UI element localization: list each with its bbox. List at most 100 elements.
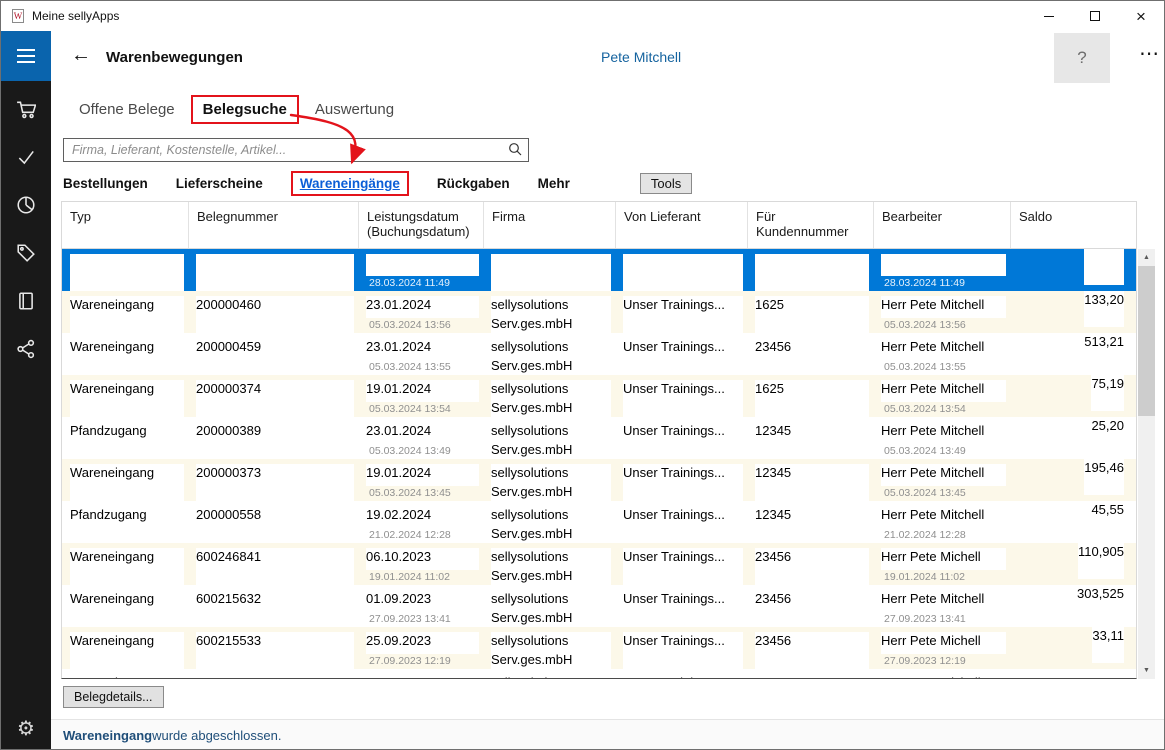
row-type: Wareneingang xyxy=(70,590,184,627)
row-lieferant: Unser Trainings... xyxy=(623,464,743,501)
row-belegnummer: 600215632 xyxy=(196,590,354,627)
table-row[interactable]: Wareneingang 200000459 23.01.202405.03.2… xyxy=(62,333,1136,375)
column-header-bearbeiter[interactable]: Bearbeiter xyxy=(873,202,1010,248)
maximize-icon xyxy=(1090,11,1100,21)
row-firma-line1: sellysolutions xyxy=(491,338,611,357)
table-row[interactable]: Wareneingang 200000819 06.03.202428.03.2… xyxy=(62,249,1136,291)
column-header-typ[interactable]: Typ xyxy=(62,202,188,248)
table-row[interactable]: Wareneingang 600246841 06.10.202319.01.2… xyxy=(62,543,1136,585)
hamburger-icon xyxy=(17,49,35,51)
subtab-wareneingaenge[interactable]: Wareneingänge xyxy=(291,171,409,196)
belegdetails-button[interactable]: Belegdetails... xyxy=(63,686,164,708)
column-header-saldo[interactable]: Saldo xyxy=(1010,202,1134,248)
row-leistungsdatum: 06.10.2023 xyxy=(366,548,479,570)
row-bearbeiter: Herr Pete Mitchell xyxy=(881,590,1006,612)
sidebar-item-pricing[interactable] xyxy=(1,229,51,277)
subtab-lieferscheine[interactable]: Lieferscheine xyxy=(176,176,263,191)
row-firma-line1: sellysolutions xyxy=(491,380,611,399)
table-row[interactable]: Pfandzugang 200000389 23.01.202405.03.20… xyxy=(62,417,1136,459)
table-row[interactable]: Pfandzugang 200000558 19.02.202421.02.20… xyxy=(62,501,1136,543)
column-header-kundennummer[interactable]: Für Kundennummer xyxy=(747,202,873,248)
tools-button[interactable]: Tools xyxy=(640,173,692,194)
row-saldo: 102,07 xyxy=(1084,249,1124,285)
sidebar-item-share[interactable] xyxy=(1,325,51,373)
app-window: W Meine sellyApps × xyxy=(0,0,1165,750)
scrollbar-thumb[interactable] xyxy=(1138,266,1155,416)
tab-belegsuche[interactable]: Belegsuche xyxy=(191,95,299,124)
minimize-icon xyxy=(1044,16,1054,17)
row-buchungsdatum: 21.02.2024 12:28 xyxy=(366,528,479,543)
results-table: Typ Belegnummer Leistungsdatum(Buchungsd… xyxy=(61,201,1155,679)
row-firma-line1: sellysolutions xyxy=(491,590,611,609)
row-belegnummer: 600215376 xyxy=(196,674,354,679)
help-button[interactable]: ? xyxy=(1054,33,1110,83)
row-saldo: 195,46 xyxy=(1084,459,1124,495)
row-belegnummer: 200000389 xyxy=(196,422,354,459)
row-leistungsdatum: 23.01.2024 xyxy=(366,422,479,444)
back-button[interactable]: ← xyxy=(71,44,91,67)
row-lieferant: Unser Trainings... xyxy=(623,380,743,417)
row-bearbeiter: Herr Pete Mitchell xyxy=(881,380,1006,402)
subtab-rueckgaben[interactable]: Rückgaben xyxy=(437,176,510,191)
status-action: Wareneingang xyxy=(63,728,152,743)
sidebar-item-tasks[interactable] xyxy=(1,133,51,181)
sidebar: ⚙ xyxy=(1,31,51,750)
row-bearbeiter: Herr Pete Mitchell xyxy=(881,464,1006,486)
row-firma-line1: sellysolutions xyxy=(491,254,611,273)
row-firma-line2: Serv.ges.mbH xyxy=(491,567,611,586)
row-leistungsdatum: 06.03.2024 xyxy=(366,254,479,276)
sidebar-item-reports[interactable] xyxy=(1,181,51,229)
tab-offene-belege[interactable]: Offene Belege xyxy=(79,101,175,118)
row-bearbeiter: Herr Pete Michell xyxy=(881,548,1006,570)
row-bearbeiter-datum: 05.03.2024 13:49 xyxy=(881,444,1006,459)
row-kundennummer: 12345 xyxy=(755,254,869,291)
row-bearbeiter-datum: 05.03.2024 13:45 xyxy=(881,486,1006,501)
table-row[interactable]: Wareneingang 200000460 23.01.202405.03.2… xyxy=(62,291,1136,333)
minimize-button[interactable] xyxy=(1026,1,1072,31)
sidebar-item-purchases[interactable] xyxy=(1,85,51,133)
row-lieferant: Unser Trainings... xyxy=(623,296,743,333)
row-kundennummer: 23456 xyxy=(755,548,869,585)
row-type: Wareneingang xyxy=(70,254,184,291)
scroll-down-button[interactable]: ▼ xyxy=(1138,662,1155,679)
row-kundennummer: 12345 xyxy=(755,464,869,501)
table-row[interactable]: Wareneingang 200000374 19.01.202405.03.2… xyxy=(62,375,1136,417)
row-saldo: 75,19 xyxy=(1091,375,1124,411)
more-options-button[interactable]: ⋯ xyxy=(1129,41,1165,66)
page-title: Warenbewegungen xyxy=(106,49,243,66)
table-row[interactable]: Wareneingang 600215632 01.09.202327.09.2… xyxy=(62,585,1136,627)
row-kundennummer: 12345 xyxy=(755,506,869,543)
row-lieferant: Unser Trainings... xyxy=(623,632,743,669)
row-lieferant: Unser Trainings... xyxy=(623,590,743,627)
sidebar-item-journal[interactable] xyxy=(1,277,51,325)
row-kundennummer: 1625 xyxy=(755,296,869,333)
subtab-mehr[interactable]: Mehr xyxy=(538,176,570,191)
column-header-leistungsdatum[interactable]: Leistungsdatum(Buchungsdatum) xyxy=(358,202,483,248)
table-row[interactable]: Wareneingang 200000373 19.01.202405.03.2… xyxy=(62,459,1136,501)
row-type: Wareneingang xyxy=(70,632,184,669)
close-button[interactable]: × xyxy=(1118,1,1164,31)
subtab-bestellungen[interactable]: Bestellungen xyxy=(63,176,148,191)
row-bearbeiter-datum: 27.09.2023 12:19 xyxy=(881,654,1006,669)
user-name-link[interactable]: Pete Mitchell xyxy=(601,49,681,65)
table-row[interactable]: Wareneingang 600215376 26.09.2023 sellys… xyxy=(62,669,1136,679)
scroll-up-button[interactable]: ▲ xyxy=(1138,249,1155,266)
hamburger-menu-button[interactable] xyxy=(1,31,51,81)
row-buchungsdatum: 19.01.2024 11:02 xyxy=(366,570,479,585)
tab-auswertung[interactable]: Auswertung xyxy=(315,101,394,118)
journal-icon xyxy=(16,291,36,311)
column-header-von-lieferant[interactable]: Von Lieferant xyxy=(615,202,747,248)
sidebar-item-settings[interactable]: ⚙ xyxy=(1,705,51,750)
vertical-scrollbar[interactable]: ▲ ▼ xyxy=(1138,249,1155,679)
row-firma-line2: Serv.ges.mbH xyxy=(491,441,611,460)
maximize-button[interactable] xyxy=(1072,1,1118,31)
search-input[interactable] xyxy=(63,138,529,162)
row-belegnummer: 200000459 xyxy=(196,338,354,375)
table-row[interactable]: Wareneingang 600215533 25.09.202327.09.2… xyxy=(62,627,1136,669)
row-bearbeiter: Herr Pete Mitchell xyxy=(881,338,1006,360)
row-firma-line2: Serv.ges.mbH xyxy=(491,483,611,502)
column-header-belegnummer[interactable]: Belegnummer xyxy=(188,202,358,248)
row-leistungsdatum: 19.01.2024 xyxy=(366,464,479,486)
column-header-firma[interactable]: Firma xyxy=(483,202,615,248)
row-firma-line1: sellysolutions xyxy=(491,674,611,679)
